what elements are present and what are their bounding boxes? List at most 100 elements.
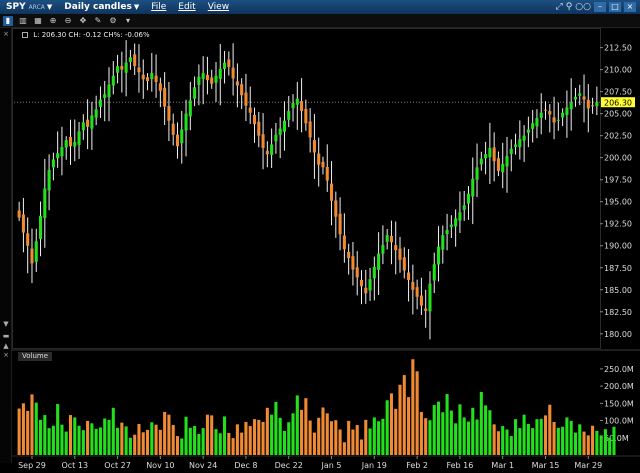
time-tick-label: Dec 22 xyxy=(275,461,303,470)
candle-body xyxy=(436,246,441,265)
volume-bar xyxy=(17,408,21,455)
time-tick-label: Dec 8 xyxy=(234,461,257,470)
candle-body xyxy=(466,193,471,204)
candle-body xyxy=(573,96,578,100)
candle-body xyxy=(458,212,462,221)
candle-body xyxy=(163,87,167,107)
candle-body xyxy=(43,188,47,218)
candle-body xyxy=(415,287,419,297)
volume-bar xyxy=(278,417,282,455)
chart-canvas[interactable]: 212.50 210.00 207.50 205.00 202.50 200.00 197.… xyxy=(0,0,640,473)
volume-bar xyxy=(539,418,543,455)
volume-bar xyxy=(81,430,85,455)
volume-bar xyxy=(120,422,124,455)
candle-body xyxy=(407,272,411,281)
candle-body xyxy=(475,167,479,180)
candle-body xyxy=(338,213,342,235)
volume-bar xyxy=(415,371,419,455)
volume-bar xyxy=(359,439,364,455)
volume-bar xyxy=(394,408,398,455)
candle-body xyxy=(98,99,102,107)
volume-bar xyxy=(612,426,616,455)
volume-bar xyxy=(496,431,500,455)
time-tick-label: Sep 29 xyxy=(18,461,46,470)
volume-bar xyxy=(308,420,312,455)
volume-bar xyxy=(116,427,120,455)
candle-body xyxy=(111,75,115,86)
candle-body xyxy=(509,148,513,154)
candle-body xyxy=(295,98,299,105)
candle-body xyxy=(518,139,522,148)
candle-body xyxy=(17,210,21,218)
volume-bar xyxy=(531,428,535,455)
time-tick-label: Feb 16 xyxy=(446,461,473,470)
candle-body xyxy=(120,65,124,70)
volume-bar xyxy=(347,420,351,455)
candle-body xyxy=(411,282,415,290)
volume-bar xyxy=(501,426,505,455)
volume-bar xyxy=(141,432,145,455)
volume-bar xyxy=(47,428,51,455)
candle-body xyxy=(26,233,30,246)
volume-bar xyxy=(573,432,578,455)
time-tick-label: Oct 13 xyxy=(61,461,88,470)
candle-body xyxy=(355,267,359,278)
candle-body xyxy=(38,215,43,239)
candle-body xyxy=(171,123,175,135)
candle-body xyxy=(214,75,218,83)
volume-bar xyxy=(77,425,81,455)
candle-body xyxy=(252,114,257,125)
volume-bar xyxy=(492,424,496,455)
candle-body xyxy=(137,67,141,73)
candle-body xyxy=(261,134,265,148)
volume-bar xyxy=(56,404,60,455)
candle-body xyxy=(424,308,428,311)
candle-body xyxy=(158,83,162,91)
volume-bar xyxy=(270,414,274,455)
candle-body xyxy=(47,170,51,191)
price-tick-label: 192.50 xyxy=(604,220,632,229)
time-tick-label: Mar 15 xyxy=(532,461,560,470)
volume-bar xyxy=(21,403,25,455)
candle-body xyxy=(441,235,445,250)
candle-body xyxy=(419,295,423,306)
volume-bar xyxy=(43,415,47,455)
volume-bar xyxy=(312,432,316,455)
volume-bar xyxy=(60,424,64,455)
volume-bar xyxy=(223,416,227,455)
candle-body xyxy=(364,287,368,294)
time-tick-label: Oct 27 xyxy=(104,461,131,470)
time-tick-label: Mar 29 xyxy=(574,461,602,470)
volume-bar xyxy=(449,410,453,455)
candle-body xyxy=(462,205,466,210)
volume-bar xyxy=(218,433,222,455)
volume-tick-label: 100.0M xyxy=(604,417,634,426)
candle-body xyxy=(381,244,385,254)
volume-bar xyxy=(377,421,381,455)
volume-bar xyxy=(407,397,411,455)
volume-bar xyxy=(603,429,607,455)
candle-body xyxy=(175,134,180,147)
volume-bar xyxy=(398,384,402,455)
volume-bar xyxy=(505,429,509,455)
volume-bar xyxy=(38,419,43,455)
volume-bar xyxy=(300,409,304,455)
volume-bar xyxy=(342,442,346,455)
candle-body xyxy=(548,111,552,115)
volume-bar xyxy=(411,359,415,455)
candle-body xyxy=(432,264,436,281)
volume-bar xyxy=(471,407,475,455)
candle-body xyxy=(197,76,201,85)
price-tick-label: 187.50 xyxy=(604,264,632,273)
candle-body xyxy=(270,144,274,155)
candle-body xyxy=(543,109,548,111)
candle-body xyxy=(227,59,231,67)
candle-body xyxy=(578,93,582,96)
volume-bar xyxy=(154,424,158,455)
candle-body xyxy=(56,153,60,159)
volume-bar xyxy=(595,430,599,455)
volume-bar xyxy=(466,421,471,455)
volume-bar xyxy=(578,424,582,455)
volume-bar xyxy=(325,413,329,455)
candle-body xyxy=(30,248,34,264)
